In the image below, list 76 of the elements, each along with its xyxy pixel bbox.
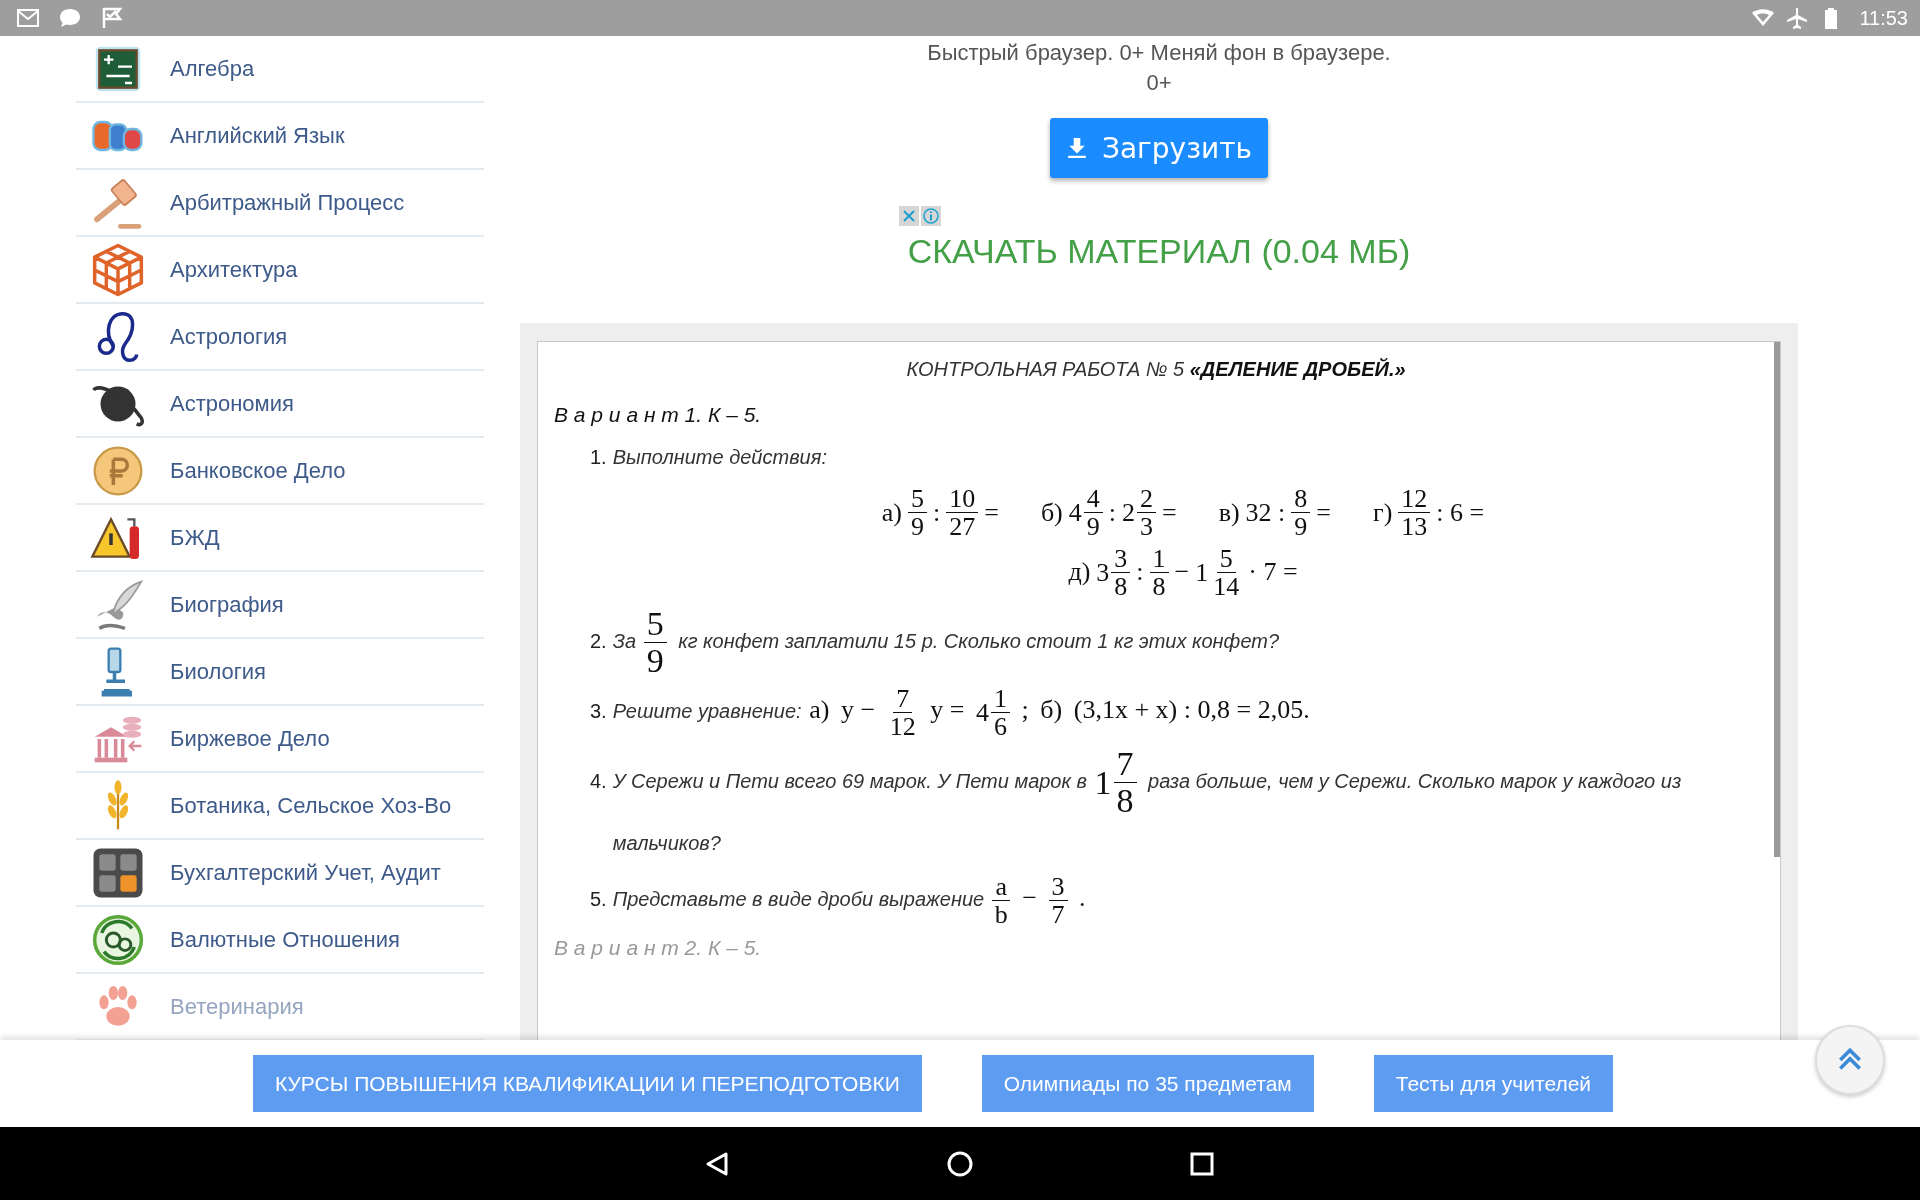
math-symbol: а): [809, 694, 830, 724]
math-symbol: −: [1174, 557, 1190, 588]
math-symbol: б): [1040, 694, 1063, 724]
download-icon: [1065, 137, 1088, 159]
math-symbol: :: [1108, 497, 1116, 528]
math-symbol: д): [1068, 557, 1091, 588]
variant-heading: В а р и а н т 2. К – 5.: [554, 936, 763, 961]
subject-link[interactable]: Арбитражный Процесс: [76, 170, 484, 237]
clock: 11:53: [1859, 6, 1908, 30]
task-text: За: [612, 629, 637, 652]
math-symbol: а): [881, 497, 902, 528]
age-rating: 0+: [1146, 70, 1172, 96]
fraction: 10 27: [946, 485, 979, 541]
math-symbol: .: [1079, 882, 1086, 912]
math-symbol: (3,1x + x) : 0,8 = 2,05.: [1073, 694, 1310, 724]
cube-icon: [90, 241, 146, 298]
airplane-icon: [1785, 6, 1810, 30]
task-text: кг конфет заплатили 15 р. Сколько стоит 1 кг этих конфет?: [678, 629, 1280, 652]
math-symbol: :: [932, 497, 941, 528]
fraction: 8 9: [1291, 485, 1311, 541]
chat-bubble-icon: [58, 6, 82, 30]
task-text: У Сережи и Пети всего 69 марок. У Пети марок в: [612, 769, 1087, 792]
task-number: 4.: [590, 768, 607, 794]
math-symbol: в): [1218, 497, 1240, 528]
task-number: 2.: [590, 628, 607, 654]
info-icon[interactable]: [921, 206, 941, 226]
fraction: 1 8: [1149, 544, 1169, 601]
subject-link[interactable]: Архитектура: [76, 237, 484, 304]
close-icon[interactable]: [899, 206, 919, 226]
fraction: 12 13: [1398, 485, 1431, 541]
math-symbol: −: [1022, 882, 1037, 912]
subject-link[interactable]: Бухгалтерский Учет, Аудит: [76, 840, 484, 907]
subject-link[interactable]: Астрология: [76, 304, 484, 371]
variant-heading: В а р и а н т 1. К – 5.: [554, 403, 763, 427]
subject-link[interactable]: Английский Язык: [76, 103, 484, 170]
math-symbol: 32 :: [1245, 497, 1286, 528]
task-text: Представьте в виде дроби выражение: [612, 887, 985, 910]
subject-link[interactable]: Алгебра: [76, 36, 484, 103]
fraction: 7 12: [888, 684, 917, 741]
scroll-top-button[interactable]: [1815, 1025, 1885, 1095]
task-number: 3.: [590, 698, 607, 724]
math-symbol: : 6 =: [1436, 497, 1485, 528]
fraction: 5 9: [907, 485, 927, 541]
math-symbol: ;: [1021, 694, 1029, 724]
fraction: a b: [991, 872, 1011, 929]
subject-link[interactable]: Ботаника, Сельское Хоз-Во: [76, 773, 484, 840]
home-icon[interactable]: [946, 1149, 974, 1178]
scrollbar-thumb[interactable]: [1774, 342, 1780, 857]
task-text: раза больше, чем у Сережи. Сколько марок у каждого из: [1148, 769, 1682, 792]
math-symbol: y −: [840, 694, 876, 724]
fraction: 5 9: [643, 606, 667, 679]
math-symbol: =: [1316, 497, 1331, 528]
math-symbol: y =: [930, 694, 965, 724]
math-symbol: =: [1162, 497, 1177, 528]
subject-link[interactable]: Банковское Дело: [76, 438, 484, 505]
math-symbol: =: [984, 497, 999, 528]
subject-link[interactable]: Валютные Отношения: [76, 907, 484, 974]
math-symbol: г): [1373, 497, 1393, 528]
task-text: Выполните действия:: [612, 446, 827, 468]
document-title: КОНТРОЛЬНАЯ РАБОТА № 5 «ДЕЛЕНИЕ ДРОБЕЙ.»: [905, 358, 1407, 381]
math-symbol: · 7 =: [1248, 557, 1298, 588]
math-symbol: :: [1136, 557, 1144, 588]
task-number: 5.: [590, 886, 607, 912]
promo-text: Быстрый браузер. 0+ Меняй фон в браузере.: [927, 40, 1391, 66]
subject-link[interactable]: Биология: [76, 639, 484, 706]
fraction: 3 7: [1048, 872, 1068, 929]
flag-check-icon: [100, 6, 124, 30]
subject-link[interactable]: Астрономия: [76, 371, 484, 438]
subject-link[interactable]: Биография: [76, 572, 484, 639]
task-number: 1.: [590, 445, 607, 470]
math-symbol: б): [1040, 497, 1063, 528]
mail-icon: [16, 6, 40, 30]
task-text: мальчиков?: [612, 831, 721, 854]
task-text: Решите уравнение:: [612, 699, 802, 722]
subject-link[interactable]: Биржевое Дело: [76, 706, 484, 773]
subject-link[interactable]: БЖД: [76, 505, 484, 572]
